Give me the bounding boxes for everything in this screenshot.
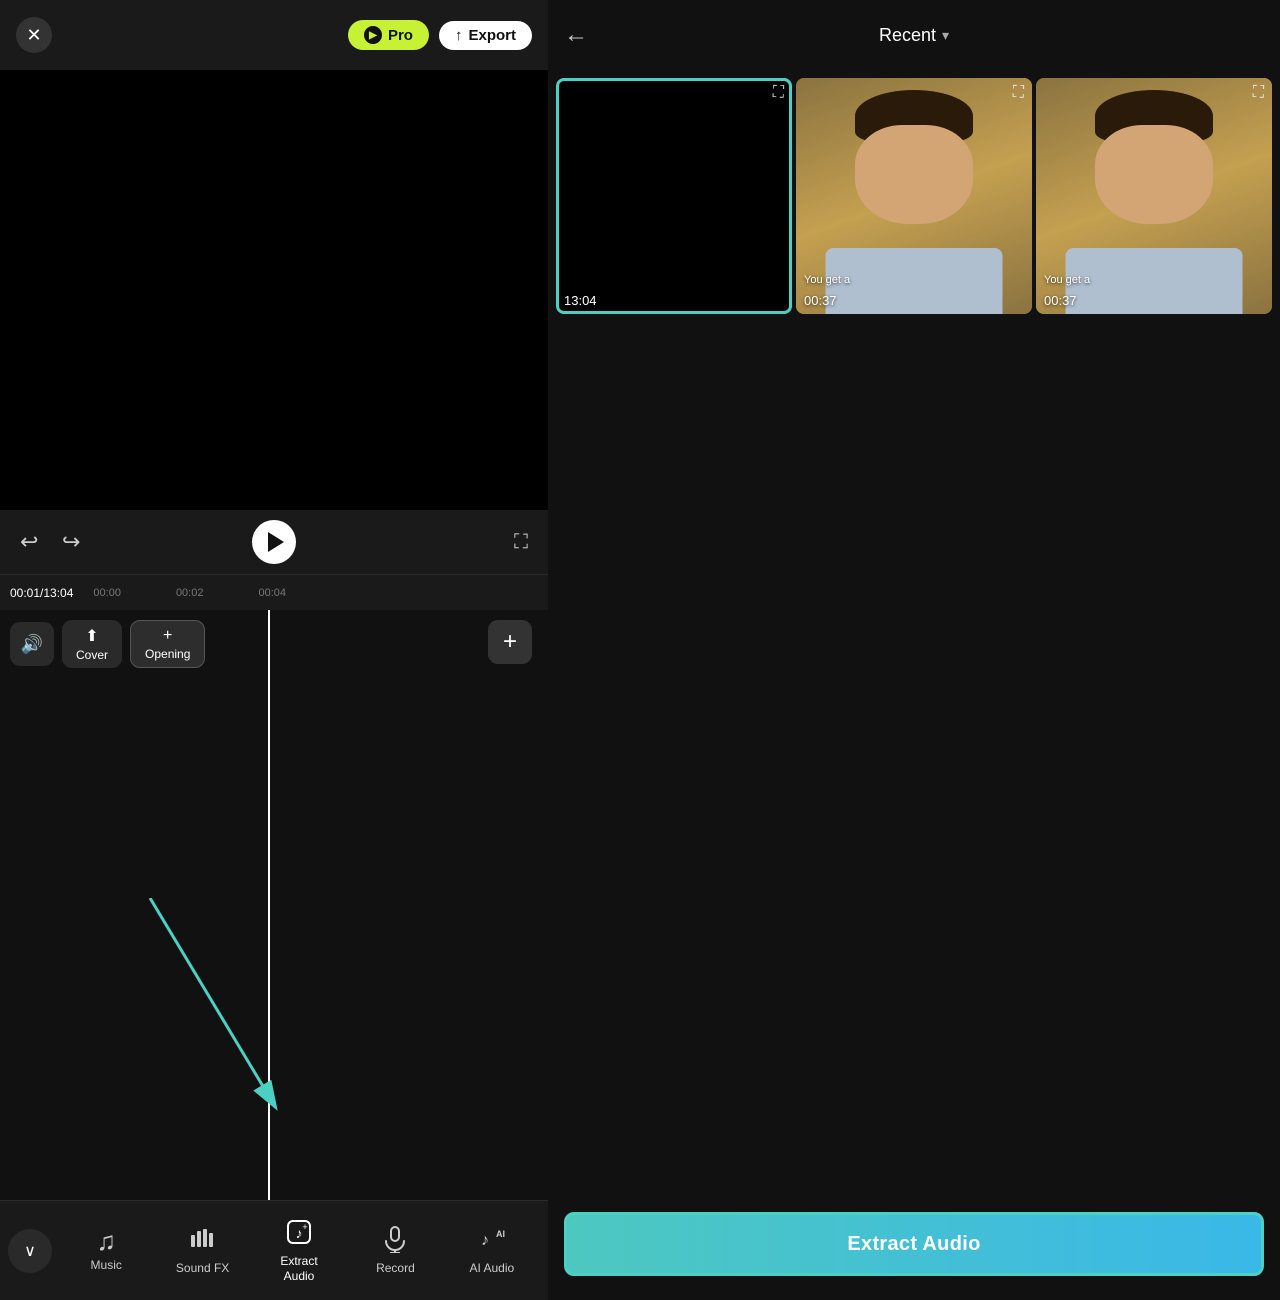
add-track-button[interactable]: +	[488, 620, 532, 664]
pro-icon: ▶	[364, 26, 382, 44]
record-label: Record	[376, 1261, 415, 1275]
track-controls: 🔊 ⬆ Cover + Opening	[10, 620, 538, 668]
timeline-scrubber	[268, 610, 270, 1200]
play-button[interactable]	[252, 520, 296, 564]
ruler-marks: 00:00 00:02 00:04	[93, 587, 538, 599]
ai-audio-label: AI Audio	[469, 1261, 514, 1275]
undo-button[interactable]: ↩	[20, 529, 38, 555]
export-button[interactable]: ↑ Export	[439, 21, 532, 50]
cover-button[interactable]: ⬆ Cover	[62, 620, 122, 668]
teal-arrow	[130, 898, 310, 1118]
thumb-subtitle-3: You get a	[1044, 274, 1090, 286]
thumb-duration-3: 00:37	[1044, 293, 1077, 308]
expand-icon-2: ⛶	[1013, 84, 1024, 102]
pro-label: Pro	[388, 27, 413, 44]
dropdown-arrow-icon: ▾	[942, 27, 949, 44]
music-icon: ♫	[96, 1228, 116, 1254]
right-panel: ← Recent ▾ ⛶ 13:04 ⛶ You get a 00:37	[548, 0, 1280, 1300]
ruler-mark-1: 00:02	[176, 587, 204, 599]
playback-controls: ↩ ↪ ⛶	[0, 510, 548, 574]
cover-icon: ⬆	[85, 626, 98, 646]
export-label: Export	[468, 27, 516, 44]
media-thumb-1[interactable]: ⛶ 13:04	[556, 78, 792, 314]
music-label: Music	[91, 1258, 122, 1272]
export-icon: ↑	[455, 27, 463, 44]
redo-icon: ↪	[62, 529, 80, 554]
media-thumb-2[interactable]: ⛶ You get a 00:37	[796, 78, 1032, 314]
nav-item-extract-audio[interactable]: ♪ + ExtractAudio	[251, 1210, 347, 1291]
nav-item-music[interactable]: ♫ Music	[58, 1220, 154, 1280]
right-top-bar: ← Recent ▾	[548, 0, 1280, 70]
thumb-duration-1: 13:04	[564, 293, 597, 308]
expand-icon-1: ⛶	[773, 84, 784, 102]
opening-label: Opening	[145, 647, 190, 661]
back-icon: ←	[564, 21, 588, 48]
extract-audio-button-label: Extract Audio	[847, 1233, 980, 1255]
nav-item-record[interactable]: Record	[347, 1217, 443, 1283]
opening-button[interactable]: + Opening	[130, 620, 205, 668]
add-track-icon: +	[503, 628, 517, 656]
undo-icon: ↩	[20, 529, 38, 554]
extract-audio-label: ExtractAudio	[280, 1254, 317, 1283]
svg-text:AI: AI	[496, 1229, 505, 1239]
ai-audio-icon: ♪ AI	[478, 1225, 506, 1257]
cover-label: Cover	[76, 648, 108, 662]
fullscreen-button[interactable]: ⛶	[514, 531, 528, 554]
media-thumb-3[interactable]: ⛶ You get a 00:37	[1036, 78, 1272, 314]
media-grid: ⛶ 13:04 ⛶ You get a 00:37 ⛶ You get a	[548, 70, 1280, 322]
close-icon: ✕	[26, 25, 41, 46]
nav-item-ai-audio[interactable]: ♪ AI AI Audio	[444, 1217, 540, 1283]
ruler-mark-0: 00:00	[93, 587, 121, 599]
nav-item-sound-fx[interactable]: Sound FX	[154, 1217, 250, 1283]
expand-icon-3: ⛶	[1253, 84, 1264, 102]
collapse-button[interactable]: ∨	[8, 1229, 52, 1273]
play-icon	[268, 532, 284, 552]
recent-dropdown[interactable]: Recent ▾	[879, 25, 949, 46]
bottom-nav: ∨ ♫ Music Sound FX ♪ +	[0, 1200, 548, 1300]
sound-fx-label: Sound FX	[176, 1261, 229, 1275]
collapse-icon: ∨	[24, 1241, 36, 1261]
timeline-ruler: 00:01/13:04 00:00 00:02 00:04	[0, 574, 548, 610]
ruler-mark-2: 00:04	[258, 587, 286, 599]
left-panel: ✕ ▶ Pro ↑ Export ↩ ↪ ⛶	[0, 0, 548, 1300]
top-bar: ✕ ▶ Pro ↑ Export	[0, 0, 548, 70]
extract-audio-button[interactable]: Extract Audio	[564, 1212, 1264, 1276]
svg-text:+: +	[302, 1222, 307, 1232]
close-button[interactable]: ✕	[16, 17, 52, 53]
pro-button[interactable]: ▶ Pro	[348, 20, 429, 50]
svg-text:♪: ♪	[481, 1232, 489, 1249]
recent-label: Recent	[879, 25, 936, 46]
back-button[interactable]: ←	[564, 21, 588, 49]
redo-button[interactable]: ↪	[62, 529, 80, 555]
sound-icon: 🔊	[21, 634, 43, 655]
record-icon	[381, 1225, 409, 1257]
sound-button[interactable]: 🔊	[10, 622, 54, 666]
video-preview	[0, 70, 548, 510]
current-time: 00:01/13:04	[10, 586, 73, 600]
thumb-subtitle-2: You get a	[804, 274, 850, 286]
opening-icon: +	[163, 627, 172, 645]
extract-audio-icon: ♪ +	[285, 1218, 313, 1250]
timeline-track-area: 🔊 ⬆ Cover + Opening +	[0, 610, 548, 1200]
fullscreen-icon: ⛶	[514, 531, 528, 553]
sound-fx-icon	[189, 1225, 217, 1257]
thumb-duration-2: 00:37	[804, 293, 837, 308]
top-bar-actions: ▶ Pro ↑ Export	[348, 20, 532, 50]
